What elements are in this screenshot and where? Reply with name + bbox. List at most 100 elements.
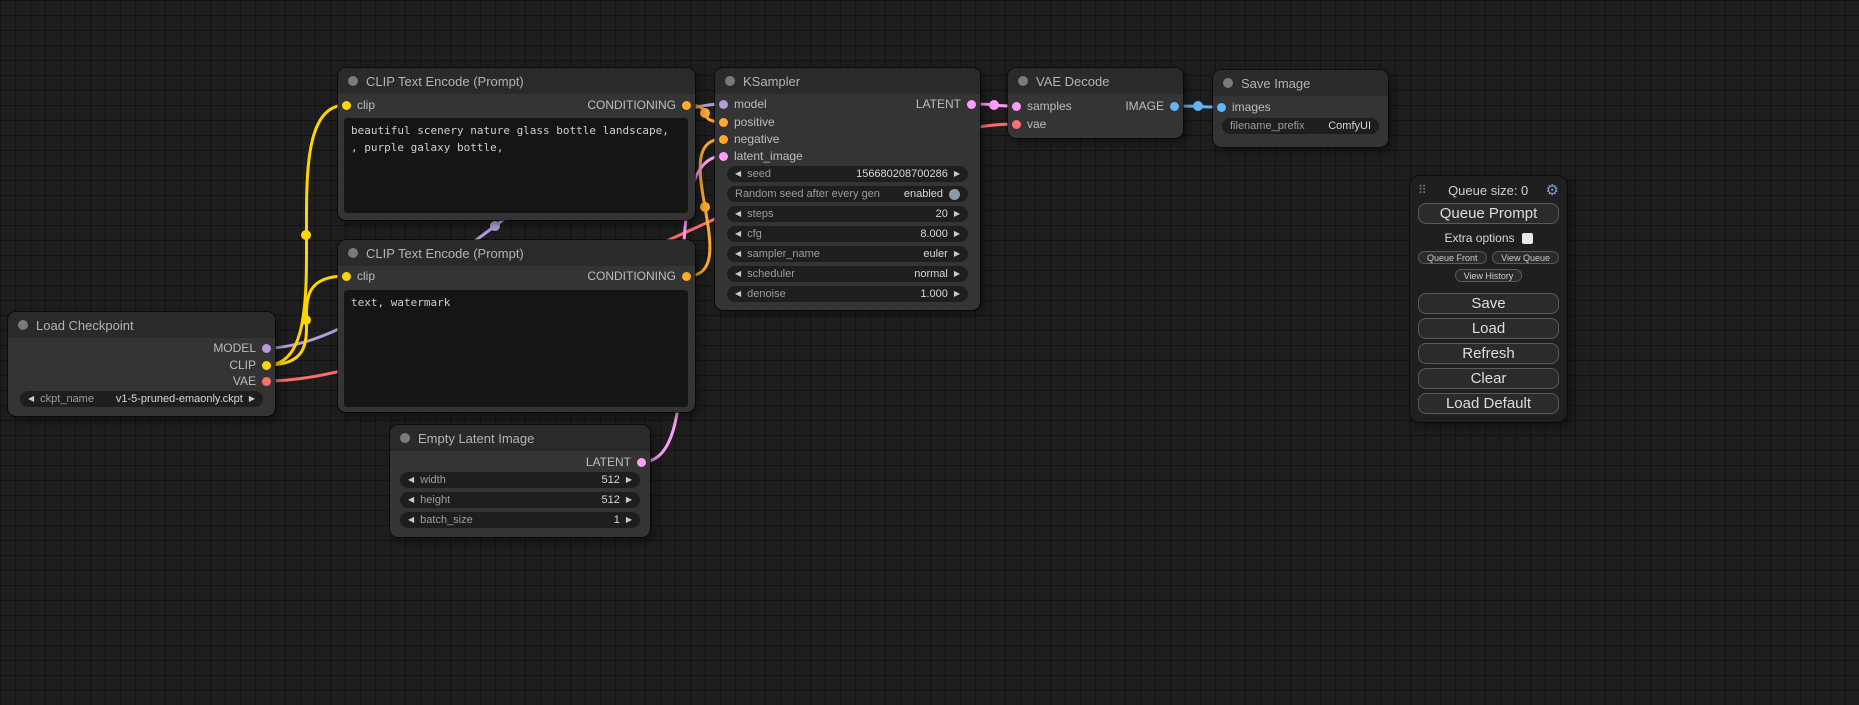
refresh-button[interactable]: Refresh (1418, 343, 1559, 364)
ckpt-name-widget[interactable]: ◀ ckpt_name v1-5-pruned-emaonly.ckpt ▶ (20, 391, 263, 407)
node-title-bar[interactable]: Save Image (1213, 70, 1388, 96)
sampler-name-widget[interactable]: ◀ sampler_name euler ▶ (727, 246, 968, 262)
node-title-bar[interactable]: KSampler (715, 68, 980, 94)
steps-widget[interactable]: ◀ steps 20 ▶ (727, 206, 968, 222)
extra-options-checkbox[interactable] (1522, 233, 1533, 244)
increment-icon[interactable]: ▶ (954, 250, 960, 258)
node-vae-decode[interactable]: VAE Decode samples vae IMAGE (1008, 68, 1183, 138)
output-slot-latent[interactable]: LATENT (586, 454, 646, 470)
view-queue-button[interactable]: View Queue (1492, 251, 1559, 264)
decrement-icon[interactable]: ◀ (735, 170, 741, 178)
collapse-dot-icon[interactable] (348, 76, 358, 86)
input-slot-model[interactable]: model (719, 96, 767, 112)
decrement-icon[interactable]: ◀ (735, 210, 741, 218)
batch-size-widget[interactable]: ◀ batch_size 1 ▶ (400, 512, 640, 528)
seed-widget[interactable]: ◀ seed 156680208700286 ▶ (727, 166, 968, 182)
output-slot-image[interactable]: IMAGE (1125, 98, 1179, 114)
collapse-dot-icon[interactable] (348, 248, 358, 258)
decrement-icon[interactable]: ◀ (408, 496, 414, 504)
collapse-dot-icon[interactable] (400, 433, 410, 443)
clip-slot-icon[interactable] (342, 101, 351, 110)
node-title-bar[interactable]: VAE Decode (1008, 68, 1183, 94)
increment-icon[interactable]: ▶ (954, 290, 960, 298)
node-load-checkpoint[interactable]: Load Checkpoint MODEL CLIP VAE ◀ ckpt_na… (8, 312, 275, 416)
node-ksampler[interactable]: KSampler model positive negative latent_… (715, 68, 980, 310)
image-slot-icon[interactable] (1170, 102, 1179, 111)
decrement-icon[interactable]: ◀ (735, 230, 741, 238)
load-default-button[interactable]: Load Default (1418, 393, 1559, 414)
output-slot-vae[interactable]: VAE (233, 373, 271, 389)
collapse-dot-icon[interactable] (725, 76, 735, 86)
scheduler-widget[interactable]: ◀ scheduler normal ▶ (727, 266, 968, 282)
decrement-icon[interactable]: ◀ (408, 476, 414, 484)
toggle-icon[interactable] (949, 189, 960, 200)
queue-prompt-button[interactable]: Queue Prompt (1418, 203, 1559, 224)
node-save-image[interactable]: Save Image images filename_prefix ComfyU… (1213, 70, 1388, 147)
collapse-dot-icon[interactable] (1223, 78, 1233, 88)
model-slot-icon[interactable] (719, 100, 728, 109)
input-slot-clip[interactable]: clip (342, 97, 375, 113)
latent-slot-icon[interactable] (719, 152, 728, 161)
queue-front-button[interactable]: Queue Front (1418, 251, 1487, 264)
output-slot-clip[interactable]: CLIP (229, 357, 271, 373)
conditioning-slot-icon[interactable] (682, 272, 691, 281)
decrement-icon[interactable]: ◀ (735, 290, 741, 298)
output-slot-model[interactable]: MODEL (213, 340, 271, 356)
collapse-dot-icon[interactable] (18, 320, 28, 330)
input-slot-positive[interactable]: positive (719, 114, 775, 130)
decrement-icon[interactable]: ◀ (735, 270, 741, 278)
filename-prefix-widget[interactable]: filename_prefix ComfyUI (1222, 118, 1379, 134)
increment-icon[interactable]: ▶ (954, 170, 960, 178)
clip-slot-icon[interactable] (262, 361, 271, 370)
node-title-bar[interactable]: Empty Latent Image (390, 425, 650, 451)
prompt-text-area[interactable]: beautiful scenery nature glass bottle la… (344, 118, 688, 213)
clip-slot-icon[interactable] (342, 272, 351, 281)
increment-icon[interactable]: ▶ (626, 516, 632, 524)
cfg-widget[interactable]: ◀ cfg 8.000 ▶ (727, 226, 968, 242)
increment-icon[interactable]: ▶ (626, 476, 632, 484)
input-slot-vae[interactable]: vae (1012, 116, 1046, 132)
increment-icon[interactable]: ▶ (954, 210, 960, 218)
input-slot-samples[interactable]: samples (1012, 98, 1072, 114)
view-history-button[interactable]: View History (1455, 269, 1523, 282)
model-slot-icon[interactable] (262, 344, 271, 353)
vae-slot-icon[interactable] (1012, 120, 1021, 129)
save-button[interactable]: Save (1418, 293, 1559, 314)
node-title-bar[interactable]: CLIP Text Encode (Prompt) (338, 68, 695, 94)
conditioning-slot-icon[interactable] (719, 135, 728, 144)
increment-icon[interactable]: ▶ (249, 395, 255, 403)
denoise-widget[interactable]: ◀ denoise 1.000 ▶ (727, 286, 968, 302)
decrement-icon[interactable]: ◀ (28, 395, 34, 403)
input-slot-latent-image[interactable]: latent_image (719, 148, 803, 164)
height-widget[interactable]: ◀ height 512 ▶ (400, 492, 640, 508)
clear-button[interactable]: Clear (1418, 368, 1559, 389)
conditioning-slot-icon[interactable] (719, 118, 728, 127)
output-slot-latent[interactable]: LATENT (916, 96, 976, 112)
node-clip-text-encode-negative[interactable]: CLIP Text Encode (Prompt) clip CONDITION… (338, 240, 695, 412)
increment-icon[interactable]: ▶ (954, 270, 960, 278)
settings-gear-icon[interactable]: ⚙ (1546, 183, 1559, 198)
collapse-dot-icon[interactable] (1018, 76, 1028, 86)
node-title-bar[interactable]: CLIP Text Encode (Prompt) (338, 240, 695, 266)
increment-icon[interactable]: ▶ (626, 496, 632, 504)
node-clip-text-encode-positive[interactable]: CLIP Text Encode (Prompt) clip CONDITION… (338, 68, 695, 220)
drag-handle-icon[interactable]: ⠿ (1418, 183, 1427, 197)
node-title-bar[interactable]: Load Checkpoint (8, 312, 275, 338)
decrement-icon[interactable]: ◀ (408, 516, 414, 524)
input-slot-clip[interactable]: clip (342, 268, 375, 284)
latent-slot-icon[interactable] (1012, 102, 1021, 111)
output-slot-conditioning[interactable]: CONDITIONING (587, 97, 691, 113)
node-empty-latent-image[interactable]: Empty Latent Image LATENT ◀ width 512 ▶ … (390, 425, 650, 537)
random-seed-widget[interactable]: Random seed after every gen enabled (727, 186, 968, 202)
prompt-text-area[interactable]: text, watermark (344, 290, 688, 407)
conditioning-slot-icon[interactable] (682, 101, 691, 110)
decrement-icon[interactable]: ◀ (735, 250, 741, 258)
comfyui-canvas[interactable]: { "colors": { "model": "#B39DDB", "clip"… (0, 0, 1859, 705)
input-slot-images[interactable]: images (1217, 99, 1271, 115)
latent-slot-icon[interactable] (637, 458, 646, 467)
latent-slot-icon[interactable] (967, 100, 976, 109)
input-slot-negative[interactable]: negative (719, 131, 779, 147)
image-slot-icon[interactable] (1217, 103, 1226, 112)
width-widget[interactable]: ◀ width 512 ▶ (400, 472, 640, 488)
load-button[interactable]: Load (1418, 318, 1559, 339)
